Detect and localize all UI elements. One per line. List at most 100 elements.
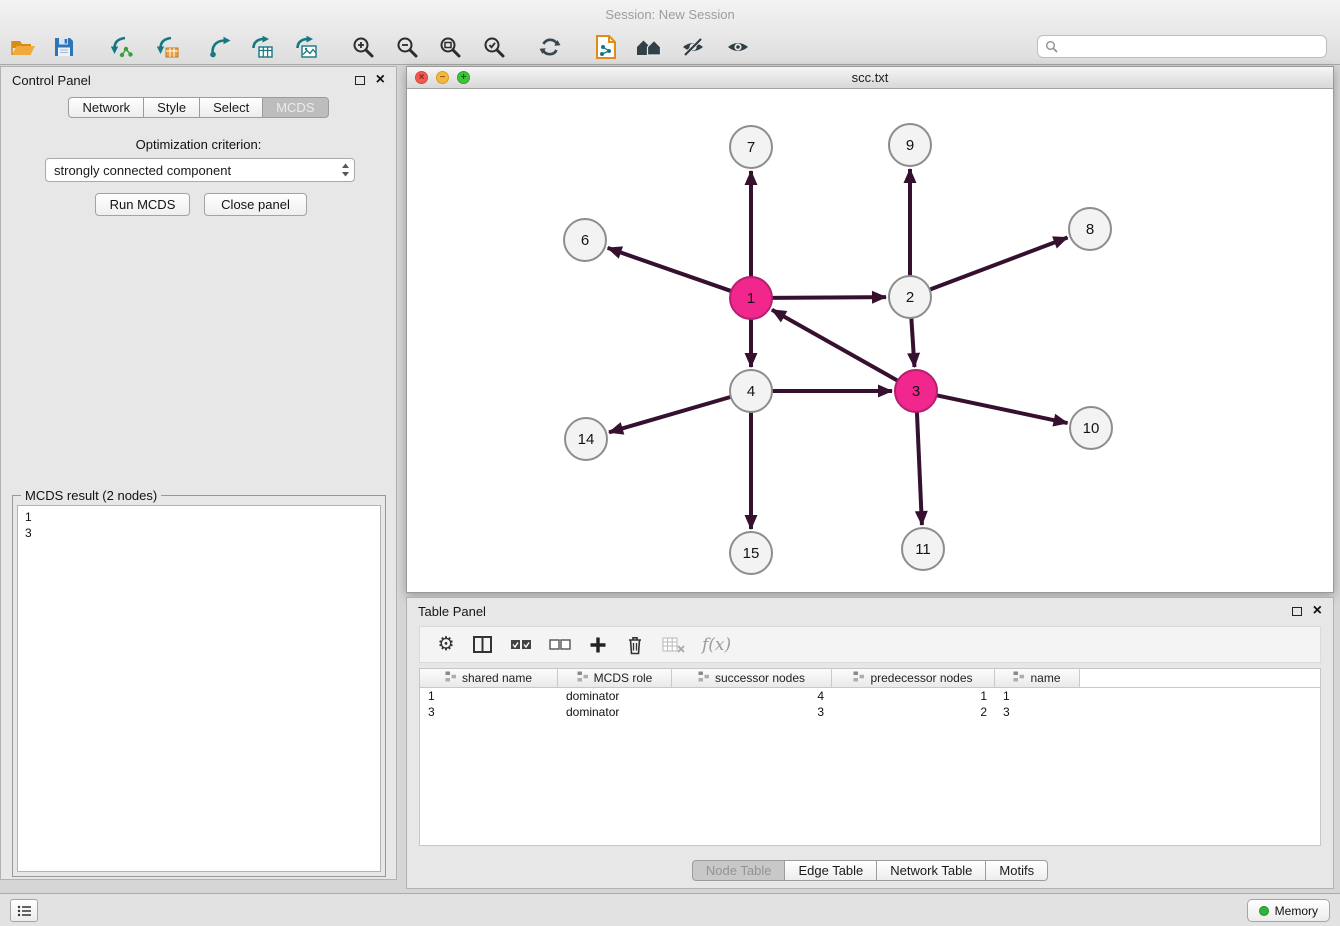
select-all-rows-button[interactable]	[510, 633, 532, 657]
deselect-all-rows-button[interactable]	[549, 633, 571, 657]
function-builder-button[interactable]: f(x)	[702, 633, 731, 657]
node-6[interactable]: 6	[564, 219, 606, 261]
memory-button[interactable]: Memory	[1247, 899, 1330, 922]
cell-name[interactable]: 3	[995, 704, 1080, 720]
run-mcds-button[interactable]: Run MCDS	[95, 193, 190, 216]
search-input[interactable]	[1062, 36, 1326, 57]
zoom-selected-button[interactable]	[475, 31, 513, 62]
control-tab-select[interactable]: Select	[200, 97, 263, 118]
table-tab-node-table[interactable]: Node Table	[692, 860, 786, 881]
network-view-window: × − + scc.txt 7 9 6 8 1 2 4 3 14 10 15 11	[406, 66, 1334, 593]
column-header-MCDS-role[interactable]: MCDS role	[558, 669, 672, 687]
node-1[interactable]: 1	[730, 277, 772, 319]
task-history-button[interactable]	[10, 899, 38, 922]
float-table-panel-icon[interactable]	[1292, 607, 1302, 616]
edge-3-to-1[interactable]	[772, 310, 898, 381]
close-control-panel-icon[interactable]: ×	[376, 74, 385, 86]
node-11[interactable]: 11	[902, 528, 944, 570]
memory-status-icon	[1259, 906, 1269, 916]
cell-predecessor-nodes[interactable]: 2	[832, 704, 995, 720]
edge-2-to-3[interactable]	[911, 318, 914, 367]
edge-4-to-14[interactable]	[609, 397, 731, 432]
float-panel-icon[interactable]	[355, 76, 365, 85]
zoom-out-icon	[395, 35, 419, 59]
edge-1-to-2[interactable]	[772, 297, 886, 298]
table-tab-network-table[interactable]: Network Table	[877, 860, 986, 881]
node-3[interactable]: 3	[895, 370, 937, 412]
minimize-window-button[interactable]: −	[436, 71, 449, 84]
cell-name[interactable]: 1	[995, 688, 1080, 704]
zoom-out-button[interactable]	[388, 31, 426, 62]
network-window-titlebar[interactable]: × − + scc.txt	[407, 67, 1333, 89]
show-columns-button[interactable]	[473, 633, 493, 657]
refresh-button[interactable]	[531, 31, 569, 62]
create-column-button[interactable]	[588, 633, 608, 657]
network-canvas[interactable]: 7 9 6 8 1 2 4 3 14 10 15 11	[407, 89, 1333, 592]
cell-MCDS-role[interactable]: dominator	[558, 688, 672, 704]
cell-MCDS-role[interactable]: dominator	[558, 704, 672, 720]
open-network-document-button[interactable]	[587, 31, 625, 62]
search-field[interactable]	[1037, 35, 1327, 58]
node-15[interactable]: 15	[730, 532, 772, 574]
close-table-panel-icon[interactable]: ×	[1313, 605, 1322, 617]
cell-predecessor-nodes[interactable]: 1	[832, 688, 995, 704]
zoom-fit-button[interactable]	[431, 31, 469, 62]
node-4[interactable]: 4	[730, 370, 772, 412]
node-14[interactable]: 14	[565, 418, 607, 460]
first-neighbors-button[interactable]	[630, 31, 668, 62]
document-network-icon	[595, 34, 617, 60]
mcds-result-group: MCDS result (2 nodes) 13	[12, 495, 386, 877]
column-header-successor-nodes[interactable]: successor nodes	[672, 669, 832, 687]
column-header-shared-name[interactable]: shared name	[420, 669, 558, 687]
import-table-button[interactable]	[243, 31, 281, 62]
edge-3-to-11[interactable]	[917, 412, 922, 525]
hide-selected-button[interactable]	[674, 31, 712, 62]
node-8[interactable]: 8	[1069, 208, 1111, 250]
edge-1-to-6[interactable]	[608, 248, 732, 291]
edge-2-to-8[interactable]	[930, 237, 1068, 289]
table-panel-tabs: Node TableEdge TableNetwork TableMotifs	[407, 860, 1333, 881]
control-tab-network[interactable]: Network	[68, 97, 144, 118]
open-session-button[interactable]	[4, 31, 42, 62]
show-all-button[interactable]	[719, 31, 757, 62]
cell-successor-nodes[interactable]: 3	[672, 704, 832, 720]
close-window-button[interactable]: ×	[415, 71, 428, 84]
column-header-predecessor-nodes[interactable]: predecessor nodes	[832, 669, 995, 687]
svg-text:6: 6	[581, 232, 589, 249]
table-tab-edge-table[interactable]: Edge Table	[785, 860, 877, 881]
node-10[interactable]: 10	[1070, 407, 1112, 449]
node-2[interactable]: 2	[889, 276, 931, 318]
table-row[interactable]: 3dominator323	[420, 704, 1320, 720]
control-tab-style[interactable]: Style	[144, 97, 200, 118]
delete-column-button[interactable]	[625, 633, 645, 657]
table-tab-motifs[interactable]: Motifs	[986, 860, 1048, 881]
cell-shared-name[interactable]: 1	[420, 688, 558, 704]
control-tab-mcds[interactable]: MCDS	[263, 97, 328, 118]
column-header-name[interactable]: name	[995, 669, 1080, 687]
cell-successor-nodes[interactable]: 4	[672, 688, 832, 704]
import-network-file-button[interactable]	[102, 31, 140, 62]
node-7[interactable]: 7	[730, 126, 772, 168]
delete-table-button[interactable]	[662, 633, 685, 657]
network-graph[interactable]: 7 9 6 8 1 2 4 3 14 10 15 11	[407, 89, 1333, 592]
svg-text:8: 8	[1086, 221, 1094, 238]
table-settings-button[interactable]: ⚙	[436, 633, 456, 657]
mcds-result-title: MCDS result (2 nodes)	[21, 488, 161, 503]
zoom-in-button[interactable]	[344, 31, 382, 62]
import-table-file-button[interactable]	[148, 31, 186, 62]
cell-shared-name[interactable]: 3	[420, 704, 558, 720]
table-row[interactable]: 1dominator411	[420, 688, 1320, 704]
maximize-window-button[interactable]: +	[457, 71, 470, 84]
save-session-button[interactable]	[45, 31, 83, 62]
optimization-criterion-dropdown[interactable]: strongly connected component	[45, 158, 355, 182]
optimization-criterion-label: Optimization criterion:	[1, 137, 396, 152]
close-panel-button[interactable]: Close panel	[204, 193, 307, 216]
svg-text:7: 7	[747, 139, 755, 156]
edge-3-to-10[interactable]	[937, 395, 1068, 423]
mcds-result-box[interactable]: 13	[17, 505, 381, 872]
sort-tree-icon	[853, 671, 865, 685]
export-image-button[interactable]	[287, 31, 325, 62]
node-9[interactable]: 9	[889, 124, 931, 166]
sort-tree-icon	[698, 671, 710, 685]
import-network-button[interactable]	[201, 31, 239, 62]
